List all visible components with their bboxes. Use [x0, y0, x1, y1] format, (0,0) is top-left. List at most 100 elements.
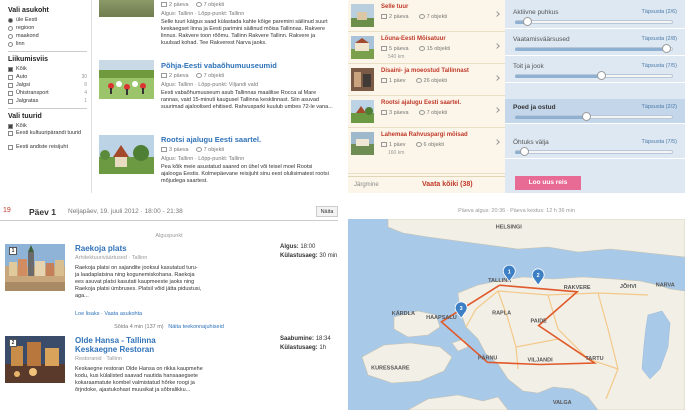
radio-icon[interactable] — [8, 33, 13, 39]
stop-number: 2 — [9, 339, 17, 347]
tour-thumbnail[interactable] — [351, 4, 374, 27]
directions-link[interactable]: Näita teekonnajuhiseid — [168, 324, 224, 330]
stop-start-time: Algus: 18:00 — [280, 244, 316, 250]
tour-days: 1 päev — [381, 78, 406, 84]
checkbox-icon[interactable] — [8, 74, 13, 80]
selected-tour[interactable]: Rootsi ajalugu Eesti saartel. 3 päeva 7 o… — [348, 96, 505, 128]
next-link[interactable]: Järgmine — [354, 182, 379, 188]
refine-link[interactable]: Täpsusta (7/5) — [642, 63, 677, 69]
calendar-icon — [381, 14, 387, 20]
transport-option[interactable]: Ühistransport 4 — [8, 89, 87, 97]
tour-thumbnail[interactable] — [351, 36, 374, 59]
chevron-right-icon[interactable] — [494, 139, 500, 145]
selected-tour-title[interactable]: Rootsi ajalugu Eesti saartel. — [381, 100, 461, 106]
tourtype-option[interactable]: Eesti kultuuripärandi tuurid — [8, 130, 87, 144]
tour-thumbnail[interactable] — [99, 135, 154, 174]
slider-handle[interactable] — [597, 71, 607, 80]
slider-handle[interactable] — [581, 112, 591, 121]
checkbox-icon[interactable] — [8, 82, 13, 88]
checkbox-icon[interactable] — [8, 66, 13, 72]
tour-thumbnail[interactable] — [351, 68, 374, 91]
location-filter-title: Vali asukoht — [8, 7, 49, 14]
refine-link[interactable]: Täpsusta (2/6) — [642, 9, 677, 15]
tour-days: 2 päeva — [161, 2, 189, 8]
tour-meta: 2 päeva 7 objekti — [381, 14, 447, 20]
tour-thumbnail[interactable] — [99, 60, 154, 99]
tour-title[interactable]: Põhja-Eesti vabaõhumuuseumid — [161, 61, 333, 70]
preference-label: Toit ja jook — [513, 63, 544, 70]
transport-option[interactable]: Jalgsi 8 — [8, 81, 87, 89]
selected-tour-title[interactable]: Disaini- ja moeostud Tallinnast — [381, 68, 469, 74]
slider-fill — [515, 116, 587, 119]
city-label: RAKVERE — [564, 285, 591, 291]
selected-tour-title[interactable]: Selle tuur — [381, 4, 408, 10]
selected-tours-list: Selle tuur 2 päeva 7 objekti Lõuna-Eesti … — [348, 0, 505, 193]
chevron-right-icon[interactable] — [494, 75, 500, 81]
location-option[interactable]: üle Eesti — [8, 16, 87, 24]
slider-handle[interactable] — [523, 17, 533, 26]
checkbox-icon[interactable] — [8, 98, 13, 104]
tour-title[interactable]: Rootsi ajalugu Eesti saartel. — [161, 135, 333, 144]
route-map[interactable]: HELSINGITALLINNRAKVERE NARVAHAAPSALURAPLA… — [348, 219, 685, 410]
city-label: TARTU — [585, 356, 603, 362]
refine-link[interactable]: Täpsusta (7/5) — [642, 139, 677, 145]
stop-title[interactable]: Raekoja plats — [75, 244, 127, 253]
slider-track[interactable] — [515, 20, 673, 24]
selected-tour-title[interactable]: Lahemaa Rahvuspargi mõisad — [381, 132, 468, 138]
map-marker-number: 3 — [460, 306, 463, 312]
tour-days: 1 päev — [381, 142, 406, 148]
tourtype-option[interactable]: Eesti andiste reisijuht — [8, 144, 87, 158]
filter-sidebar: Vali asukoht üle Eesti regioon maakond l… — [0, 0, 92, 193]
tour-days: 2 päeva — [161, 73, 189, 79]
stop-title[interactable]: Olde Hansa - Tallinna Keskaegne Restoran — [75, 336, 200, 354]
day-date: Neljapäev, 19. juuli 2012 · 18:00 - 21:3… — [68, 208, 183, 215]
checkbox-icon[interactable] — [8, 131, 13, 136]
radio-icon[interactable] — [8, 17, 13, 23]
refine-link[interactable]: Täpsusta (2/2) — [642, 104, 677, 110]
pin-icon — [195, 147, 202, 153]
slider-handle[interactable] — [662, 44, 672, 53]
show-button[interactable]: Näita — [316, 206, 338, 217]
transport-option[interactable]: Auto 30 — [8, 73, 87, 81]
tour-thumbnail[interactable] — [99, 0, 154, 17]
view-all-link[interactable]: Vaata kõiki (38) — [422, 181, 473, 188]
tour-thumbnail[interactable] — [351, 132, 374, 155]
chevron-right-icon[interactable] — [494, 11, 500, 17]
tour-objects: 15 objekti — [418, 46, 450, 52]
radio-icon[interactable] — [8, 41, 13, 47]
chevron-right-icon[interactable] — [494, 107, 500, 113]
selected-tour[interactable]: Lõuna-Eesti Mõisatuur 5 päeva 15 objekti … — [348, 32, 505, 64]
tour-meta: 1 päev 6 objekti — [381, 142, 444, 148]
selected-tour[interactable]: Lahemaa Rahvuspargi mõisad 1 päev 6 objek… — [348, 128, 505, 174]
tour-objects: 6 objekti — [415, 142, 444, 148]
refine-link[interactable]: Täpsusta (2/8) — [642, 36, 677, 42]
city-label: NARVA — [656, 283, 675, 289]
pin-icon — [415, 78, 422, 84]
selected-tour[interactable]: Disaini- ja moeostud Tallinnast 1 päev 26… — [348, 64, 505, 96]
checkbox-icon[interactable] — [8, 145, 13, 150]
location-option[interactable]: regioon — [8, 24, 87, 32]
checkbox-icon[interactable] — [8, 90, 13, 96]
transport-option[interactable]: Jalgratas 1 — [8, 97, 87, 105]
tour-description: Selle tuuri käigus saad külastada kahte … — [161, 19, 328, 46]
day-label: Päev 1 — [29, 207, 56, 217]
day-number: 19 — [3, 207, 11, 214]
checkbox-icon[interactable] — [8, 123, 13, 129]
tourtype-option[interactable]: Kõik — [8, 122, 87, 130]
radio-icon[interactable] — [8, 25, 13, 31]
create-trip-button[interactable]: Loo uus reis — [515, 176, 581, 190]
pin-icon — [195, 2, 202, 8]
selected-tour[interactable]: Selle tuur 2 päeva 7 objekti — [348, 0, 505, 32]
transport-option[interactable]: Kõik — [8, 65, 87, 73]
selected-tour-title[interactable]: Lõuna-Eesti Mõisatuur — [381, 36, 446, 42]
location-option[interactable]: maakond — [8, 32, 87, 40]
tour-thumbnail[interactable] — [351, 100, 374, 123]
slider-track[interactable] — [515, 150, 673, 154]
slider-handle[interactable] — [519, 147, 529, 156]
stop-links[interactable]: Loe lisaks · Vaata asukohta — [75, 311, 142, 317]
location-option[interactable]: linn — [8, 40, 87, 48]
pin-icon — [195, 73, 202, 79]
calendar-icon — [161, 147, 167, 153]
tour-card-body: Põhja-Eesti vabaõhumuuseumid 2 päeva 7 o… — [161, 61, 333, 111]
chevron-right-icon[interactable] — [494, 43, 500, 49]
